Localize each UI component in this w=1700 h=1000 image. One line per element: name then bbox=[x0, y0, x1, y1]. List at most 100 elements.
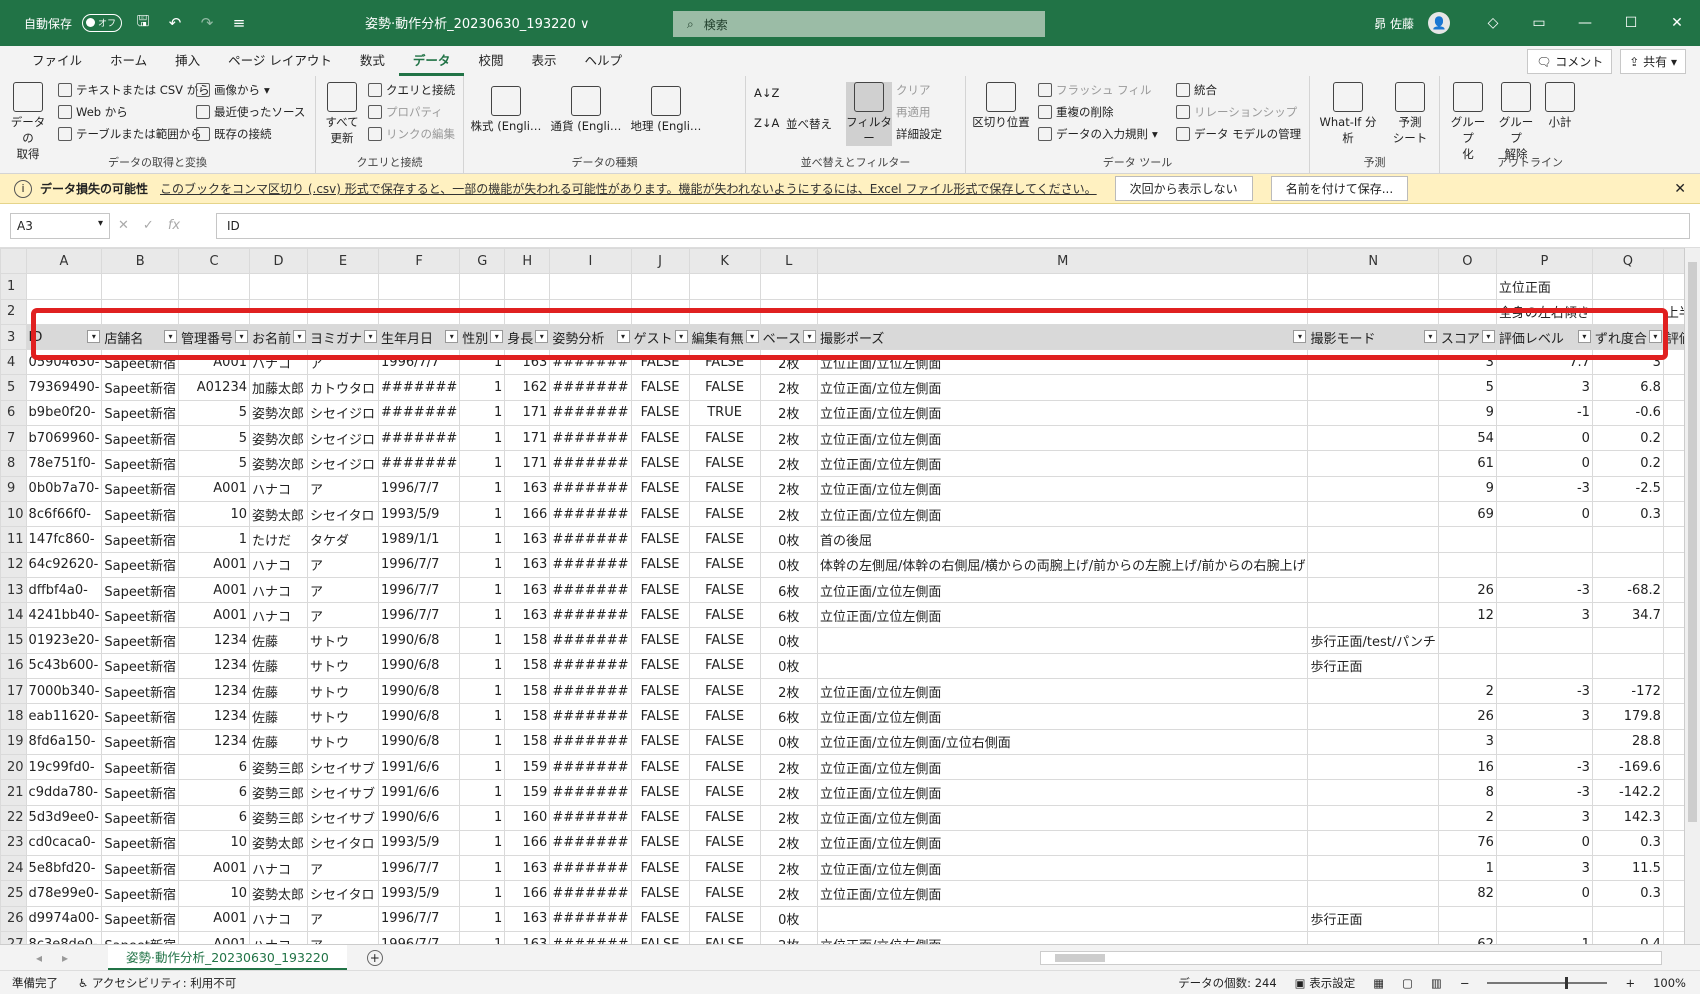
filter-dropdown-icon[interactable]: ▾ bbox=[535, 329, 549, 343]
cell[interactable]: FALSE bbox=[688, 753, 761, 781]
cell[interactable]: ####### bbox=[378, 399, 461, 427]
cell[interactable]: 1 bbox=[459, 931, 506, 944]
share-button[interactable]: ⇪ 共有 ▾ bbox=[1620, 48, 1686, 74]
cell[interactable]: 1 bbox=[459, 652, 506, 680]
cell[interactable]: 2枚 bbox=[759, 500, 818, 528]
cell[interactable]: シセイサブ bbox=[307, 804, 380, 831]
cell[interactable]: 1996/7/7 bbox=[378, 905, 461, 933]
column-title-cell[interactable]: 生年月日 ▾ bbox=[378, 323, 461, 351]
cell[interactable] bbox=[504, 273, 551, 300]
cell[interactable] bbox=[1307, 298, 1439, 325]
cell[interactable]: 立位正面/立位左側面/立位右側面 bbox=[816, 728, 1309, 755]
column-title-cell[interactable]: スコア ▾ bbox=[1437, 323, 1497, 351]
cell[interactable] bbox=[1495, 627, 1593, 654]
cell[interactable] bbox=[688, 273, 761, 300]
cell[interactable]: 19c99fd0- bbox=[25, 753, 103, 781]
cell[interactable] bbox=[504, 298, 551, 325]
cell[interactable]: 歩行正面/test/パンチ bbox=[1307, 627, 1439, 654]
cell[interactable]: 1234 bbox=[177, 728, 251, 755]
cell[interactable]: A001 bbox=[177, 931, 251, 944]
cell[interactable]: 2枚 bbox=[759, 931, 818, 944]
autosave-toggle[interactable]: オフ bbox=[82, 14, 123, 32]
currencies-button[interactable]: 通貨 (Engli… bbox=[550, 86, 622, 134]
row-header[interactable]: 15 bbox=[0, 627, 27, 654]
cell[interactable]: 2枚 bbox=[759, 374, 818, 401]
cell[interactable] bbox=[1307, 931, 1439, 944]
cell[interactable]: ####### bbox=[549, 678, 632, 705]
cell[interactable]: 1990/6/8 bbox=[378, 652, 461, 680]
cell[interactable]: ####### bbox=[549, 425, 632, 452]
cell[interactable] bbox=[1437, 551, 1497, 578]
spreadsheet-grid[interactable]: ABCDEFGHIJKLMNOPQRSTUVW1立位正面2全身の左右傾き上半身の… bbox=[0, 248, 1700, 944]
normal-view-icon[interactable]: ▦ bbox=[1373, 976, 1384, 990]
cell[interactable] bbox=[1307, 500, 1439, 528]
cell[interactable]: 1 bbox=[459, 905, 506, 933]
cell[interactable]: 佐藤 bbox=[248, 703, 309, 730]
cell[interactable]: Sapeet新宿 bbox=[101, 753, 179, 781]
cell[interactable]: 26 bbox=[1437, 576, 1497, 604]
cell[interactable]: 6枚 bbox=[759, 576, 818, 604]
geography-button[interactable]: 地理 (Engli… bbox=[630, 86, 702, 134]
cell[interactable] bbox=[248, 298, 309, 325]
filter-dropdown-icon[interactable]: ▾ bbox=[293, 329, 307, 343]
enter-icon[interactable]: ✓ bbox=[143, 218, 154, 233]
cell[interactable]: 1993/5/9 bbox=[378, 500, 461, 528]
cell[interactable]: 1 bbox=[459, 627, 506, 654]
cell[interactable]: 1 bbox=[459, 450, 506, 477]
cell[interactable]: シセイタロ bbox=[307, 880, 380, 907]
cell[interactable] bbox=[1307, 728, 1439, 755]
display-settings[interactable]: ▣ 表示設定 bbox=[1295, 975, 1356, 991]
cell[interactable]: ハナコ bbox=[248, 905, 309, 933]
cell[interactable]: b7069960- bbox=[25, 425, 103, 452]
cell[interactable] bbox=[1495, 728, 1593, 755]
cell[interactable]: 34.7 bbox=[1591, 602, 1664, 629]
cell[interactable]: ハナコ bbox=[248, 551, 309, 578]
cell[interactable] bbox=[1307, 475, 1439, 502]
cell[interactable]: 1 bbox=[459, 753, 506, 781]
cell[interactable]: 立位正面 bbox=[1495, 273, 1593, 300]
cell[interactable]: -1 bbox=[1495, 399, 1593, 427]
cell[interactable]: 28.8 bbox=[1591, 728, 1664, 755]
cell[interactable] bbox=[1437, 905, 1497, 933]
cell[interactable] bbox=[1307, 880, 1439, 907]
cell[interactable] bbox=[101, 273, 179, 300]
row-header[interactable]: 23 bbox=[0, 829, 27, 857]
cell[interactable] bbox=[1307, 678, 1439, 705]
cell[interactable] bbox=[1591, 652, 1664, 680]
cell[interactable]: FALSE bbox=[630, 551, 690, 578]
cell[interactable]: b9be0f20- bbox=[25, 399, 103, 427]
cell[interactable]: 142.3 bbox=[1591, 804, 1664, 831]
menu-file[interactable]: ファイル bbox=[18, 46, 96, 76]
cell[interactable]: 姿勢太郎 bbox=[248, 500, 309, 528]
cell[interactable]: シセイタロ bbox=[307, 500, 380, 528]
cell[interactable]: 171 bbox=[504, 450, 551, 477]
cell[interactable]: 立位正面/立位左側面 bbox=[816, 425, 1309, 452]
cell[interactable] bbox=[459, 298, 506, 325]
menu-insert[interactable]: 挿入 bbox=[161, 46, 214, 76]
cell[interactable]: d78e99e0- bbox=[25, 880, 103, 907]
cell[interactable]: FALSE bbox=[630, 753, 690, 781]
column-header-l[interactable]: L bbox=[759, 248, 818, 275]
cell[interactable]: FALSE bbox=[688, 829, 761, 857]
fx-icon[interactable]: fx bbox=[168, 218, 180, 233]
cell[interactable]: 160 bbox=[504, 804, 551, 831]
flash-fill-button[interactable]: フラッシュ フィル bbox=[1038, 82, 1151, 98]
cell[interactable]: 1 bbox=[459, 703, 506, 730]
cell[interactable]: FALSE bbox=[630, 374, 690, 401]
cell[interactable]: 6 bbox=[177, 753, 251, 781]
cell[interactable]: ####### bbox=[549, 753, 632, 781]
cell[interactable]: 1 bbox=[459, 855, 506, 882]
diamond-icon[interactable]: ◇ bbox=[1470, 15, 1516, 31]
column-header-c[interactable]: C bbox=[177, 248, 251, 275]
tab-prev-icon[interactable]: ◂ bbox=[36, 951, 42, 965]
cell[interactable]: 05904630- bbox=[25, 349, 103, 376]
cell[interactable]: FALSE bbox=[630, 703, 690, 730]
cell[interactable]: 158 bbox=[504, 652, 551, 680]
cell[interactable]: 10 bbox=[177, 880, 251, 907]
cell[interactable]: 163 bbox=[504, 526, 551, 553]
cell[interactable]: 0.2 bbox=[1591, 450, 1664, 477]
cell[interactable] bbox=[1495, 526, 1593, 553]
cell[interactable] bbox=[1307, 703, 1439, 730]
add-sheet-icon[interactable]: + bbox=[366, 949, 383, 966]
column-title-cell[interactable]: 編集有無 ▾ bbox=[688, 323, 761, 351]
